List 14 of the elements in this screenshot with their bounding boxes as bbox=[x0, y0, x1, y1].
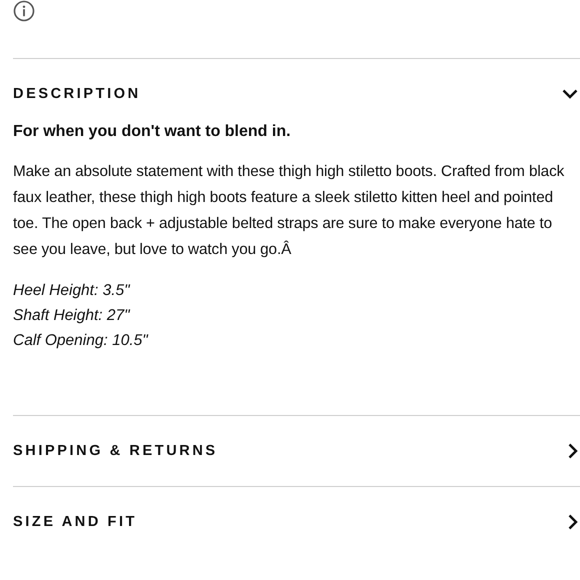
spec-line: Shaft Height: 27" bbox=[13, 306, 132, 326]
spec-line: Heel Height: 3.5" bbox=[13, 281, 132, 301]
section-title: SIZE AND FIT bbox=[13, 514, 138, 530]
description-text: Make an absolute statement with these thigh high stiletto boots. Crafted from black faux leather, these thigh high boots feature a sleek stiletto kitten heel and pointed toe. The open back + adjustable belted straps are sure to make everyone hate to see you leave, but love to watch you go.Â bbox=[13, 162, 566, 260]
section-title: DESCRIPTION bbox=[13, 86, 141, 102]
section-title: SHIPPING & RETURNS bbox=[13, 443, 218, 459]
chevron-right-icon bbox=[568, 514, 578, 530]
spec-line: Calf Opening: 10.5" bbox=[13, 331, 150, 351]
tagline: For when you don't want to blend in. bbox=[13, 123, 292, 141]
accordion-header[interactable]: SHIPPING & RETURNS bbox=[13, 416, 580, 486]
chevron-right-icon bbox=[568, 443, 578, 459]
chevron-down-icon bbox=[562, 89, 578, 99]
info-icon[interactable] bbox=[13, 0, 35, 22]
accordion-header[interactable]: SIZE AND FIT bbox=[13, 487, 580, 557]
